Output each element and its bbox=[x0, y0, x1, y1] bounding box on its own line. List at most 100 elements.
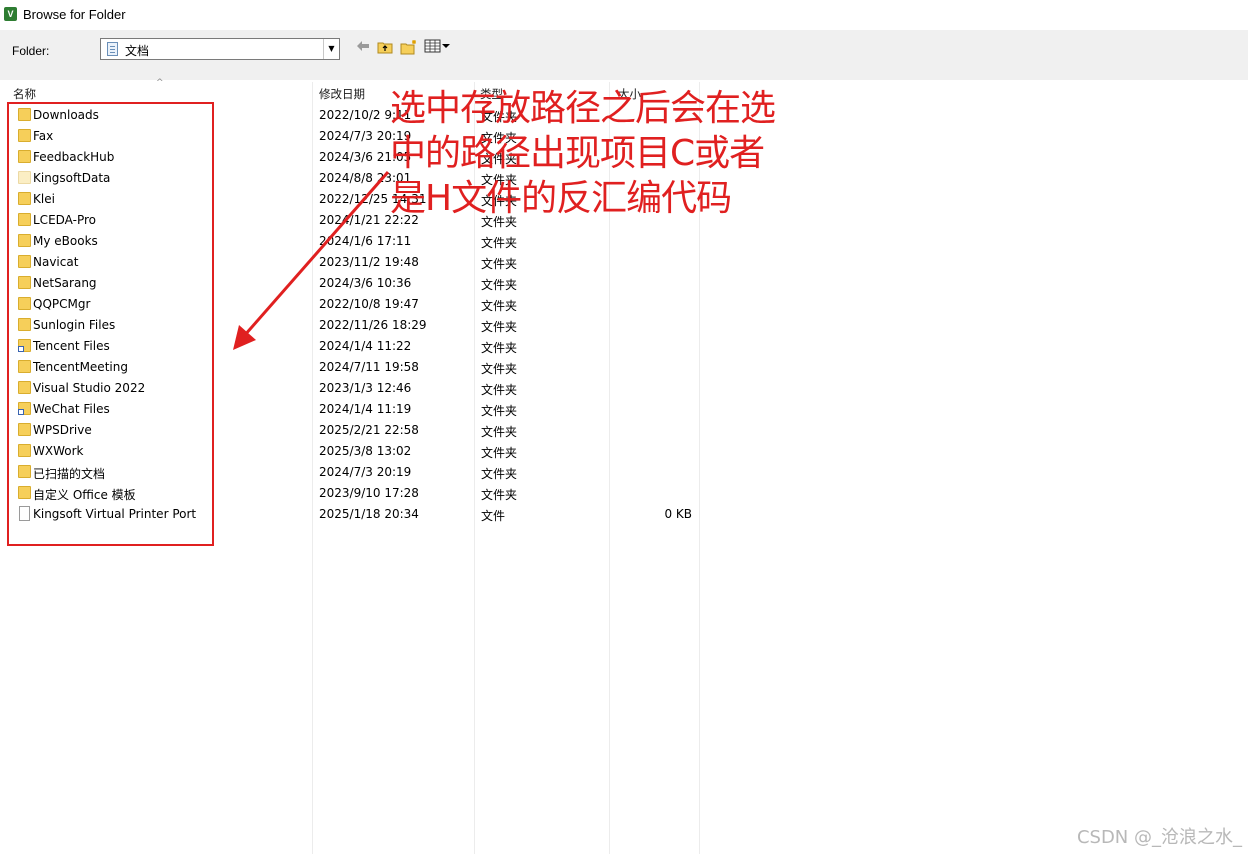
file-row[interactable]: 自定义 Office 模板 2023/9/10 17:28 文件夹 bbox=[0, 483, 700, 504]
folder-label: Folder: bbox=[12, 44, 50, 58]
file-type: 文件夹 bbox=[481, 341, 518, 355]
up-folder-button[interactable] bbox=[377, 39, 393, 57]
file-row[interactable]: WPSDrive 2025/2/21 22:58 文件夹 bbox=[0, 420, 700, 441]
left-arrow-icon bbox=[357, 41, 369, 51]
file-name: LCEDA-Pro bbox=[33, 213, 96, 227]
file-name: Fax bbox=[33, 129, 54, 143]
folder-combobox-value: 文档 bbox=[125, 44, 150, 58]
file-row[interactable]: Sunlogin Files 2022/11/26 18:29 文件夹 bbox=[0, 315, 700, 336]
file-type: 文件夹 bbox=[481, 299, 518, 313]
file-name: WXWork bbox=[33, 444, 84, 458]
file-name: Sunlogin Files bbox=[33, 318, 116, 332]
view-menu-button[interactable] bbox=[424, 39, 452, 57]
back-button[interactable] bbox=[356, 39, 370, 57]
folder-icon bbox=[18, 108, 31, 121]
folder-icon bbox=[18, 444, 31, 457]
file-type: 文件夹 bbox=[481, 383, 518, 397]
folder-icon bbox=[18, 423, 31, 436]
file-name: QQPCMgr bbox=[33, 297, 91, 311]
sort-ascending-icon: ^ bbox=[156, 78, 164, 88]
watermark: CSDN @_沧浪之水_ bbox=[1076, 827, 1242, 848]
folder-icon bbox=[18, 318, 31, 331]
view-menu-icon bbox=[424, 39, 450, 53]
file-name: FeedbackHub bbox=[33, 150, 115, 164]
app-icon: V bbox=[4, 7, 17, 21]
file-row[interactable]: Visual Studio 2022 2023/1/3 12:46 文件夹 bbox=[0, 378, 700, 399]
file-type: 文件夹 bbox=[481, 236, 518, 250]
file-type: 文件夹 bbox=[481, 404, 518, 418]
folder-icon bbox=[18, 171, 31, 184]
file-name: Downloads bbox=[33, 108, 99, 122]
file-row[interactable]: Navicat 2023/11/2 19:48 文件夹 bbox=[0, 252, 700, 273]
file-type: 文件夹 bbox=[481, 446, 518, 460]
file-date: 2023/11/2 19:48 bbox=[319, 255, 419, 269]
document-icon bbox=[107, 42, 118, 56]
file-date: 2024/7/3 20:19 bbox=[319, 465, 412, 479]
file-name: Kingsoft Virtual Printer Port bbox=[33, 507, 197, 521]
file-icon bbox=[19, 506, 30, 521]
file-name: Navicat bbox=[33, 255, 79, 269]
folder-icon bbox=[18, 192, 31, 205]
file-date: 2024/3/6 10:36 bbox=[319, 276, 412, 290]
file-type: 文件夹 bbox=[481, 362, 518, 376]
folder-icon bbox=[18, 486, 31, 499]
title-bar: V Browse for Folder bbox=[0, 0, 1248, 30]
annotation-text: 选中存放路径之后会在选中的路径出现项目C或者是H文件的反汇编代码 bbox=[390, 88, 776, 219]
folder-icon bbox=[18, 150, 31, 163]
file-row[interactable]: QQPCMgr 2022/10/8 19:47 文件夹 bbox=[0, 294, 700, 315]
file-date: 2025/1/18 20:34 bbox=[319, 507, 419, 521]
folder-icon bbox=[18, 297, 31, 310]
file-type: 文件 bbox=[481, 509, 506, 523]
folder-icon bbox=[18, 381, 31, 394]
folder-icon bbox=[18, 465, 31, 478]
new-folder-button[interactable] bbox=[400, 39, 418, 57]
file-row[interactable]: Kingsoft Virtual Printer Port 2025/1/18 2… bbox=[0, 504, 700, 525]
column-header-name[interactable]: 名称 bbox=[13, 86, 36, 102]
file-type: 文件夹 bbox=[481, 278, 518, 292]
column-header-date[interactable]: 修改日期 bbox=[319, 86, 365, 102]
file-date: 2024/1/4 11:19 bbox=[319, 402, 412, 416]
file-type: 文件夹 bbox=[481, 257, 518, 271]
file-name: My eBooks bbox=[33, 234, 98, 248]
folder-icon bbox=[18, 255, 31, 268]
file-name: WeChat Files bbox=[33, 402, 110, 416]
file-name: Klei bbox=[33, 192, 55, 206]
chevron-down-icon[interactable]: ▼ bbox=[323, 39, 339, 59]
file-date: 2024/1/4 11:22 bbox=[319, 339, 412, 353]
file-size: 0 KB bbox=[664, 507, 692, 521]
folder-icon bbox=[18, 213, 31, 226]
file-date: 2025/2/21 22:58 bbox=[319, 423, 419, 437]
file-row[interactable]: My eBooks 2024/1/6 17:11 文件夹 bbox=[0, 231, 700, 252]
file-date: 2023/1/3 12:46 bbox=[319, 381, 412, 395]
file-date: 2022/11/26 18:29 bbox=[319, 318, 427, 332]
file-row[interactable]: TencentMeeting 2024/7/11 19:58 文件夹 bbox=[0, 357, 700, 378]
file-row[interactable]: NetSarang 2024/3/6 10:36 文件夹 bbox=[0, 273, 700, 294]
file-type: 文件夹 bbox=[481, 425, 518, 439]
folder-shortcut-icon bbox=[18, 402, 31, 415]
file-date: 2024/1/6 17:11 bbox=[319, 234, 412, 248]
window-title: Browse for Folder bbox=[23, 7, 126, 22]
file-row[interactable]: 已扫描的文档 2024/7/3 20:19 文件夹 bbox=[0, 462, 700, 483]
folder-icon bbox=[18, 129, 31, 142]
folder-toolbar: Folder: 文档 ▼ bbox=[0, 30, 1248, 80]
file-date: 2022/10/8 19:47 bbox=[319, 297, 419, 311]
folder-icon bbox=[18, 276, 31, 289]
up-folder-icon bbox=[377, 42, 393, 54]
file-row[interactable]: WXWork 2025/3/8 13:02 文件夹 bbox=[0, 441, 700, 462]
file-type: 文件夹 bbox=[481, 488, 518, 502]
folder-icon bbox=[18, 234, 31, 247]
file-name: WPSDrive bbox=[33, 423, 92, 437]
file-row[interactable]: Tencent Files 2024/1/4 11:22 文件夹 bbox=[0, 336, 700, 357]
file-type: 文件夹 bbox=[481, 320, 518, 334]
file-date: 2023/9/10 17:28 bbox=[319, 486, 419, 500]
folder-shortcut-icon bbox=[18, 339, 31, 352]
file-date: 2024/7/11 19:58 bbox=[319, 360, 419, 374]
file-name: Visual Studio 2022 bbox=[33, 381, 146, 395]
folder-combobox[interactable]: 文档 ▼ bbox=[100, 38, 340, 60]
file-type: 文件夹 bbox=[481, 467, 518, 481]
file-name: NetSarang bbox=[33, 276, 97, 290]
file-row[interactable]: WeChat Files 2024/1/4 11:19 文件夹 bbox=[0, 399, 700, 420]
file-name: 已扫描的文档 bbox=[33, 467, 106, 481]
file-date: 2025/3/8 13:02 bbox=[319, 444, 412, 458]
file-name: 自定义 Office 模板 bbox=[33, 488, 136, 502]
